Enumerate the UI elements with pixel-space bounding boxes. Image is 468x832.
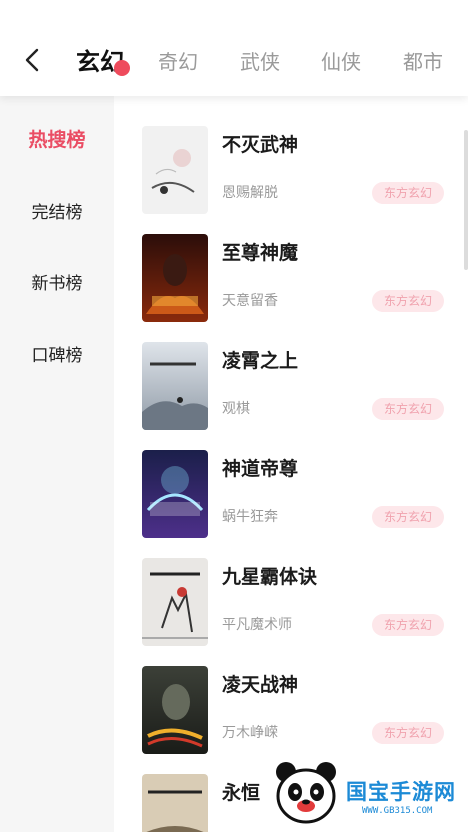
tab-xianxia[interactable]: 仙侠 [321,44,361,80]
book-cover-image [142,774,208,832]
tab-dushi[interactable]: 都市 [403,44,443,80]
book-row[interactable]: 凌霄之上 观棋 东方玄幻 [114,342,468,438]
book-title: 至尊神魔 [222,242,299,264]
sidebar-item-hot-search[interactable]: 热搜榜 [0,120,114,160]
back-button[interactable] [18,44,48,76]
sidebar-item-completed[interactable]: 完结榜 [0,193,114,233]
book-author: 蜗牛狂奔 [222,509,278,525]
genre-tag: 东方玄幻 [372,290,444,312]
book-title: 凌霄之上 [222,350,299,372]
book-cover-image [142,666,208,754]
book-title: 不灭武神 [222,134,299,156]
book-title: 永恒 [222,782,261,804]
genre-tag: 东方玄幻 [372,182,444,204]
book-cover-image [142,450,208,538]
genre-tag: 东方玄幻 [372,722,444,744]
genre-tag: 东方玄幻 [372,398,444,420]
book-row[interactable]: 凌天战神 万木峥嵘 东方玄幻 [114,666,468,762]
book-title: 凌天战神 [222,674,299,696]
tab-qihuan[interactable]: 奇幻 [158,44,198,80]
watermark-url: WWW.GB315.COM [362,806,433,816]
book-author: 平凡魔术师 [222,617,292,633]
book-cover-image [142,558,208,646]
genre-tag: 东方玄幻 [372,614,444,636]
genre-tag: 东方玄幻 [372,506,444,528]
chevron-left-icon [25,48,39,72]
book-cover-image [142,342,208,430]
book-author: 观棋 [222,401,250,417]
tab-wuxia[interactable]: 武侠 [240,44,280,80]
book-author: 万木峥嵘 [222,725,278,741]
top-nav-bar: 玄幻 奇幻 武侠 仙侠 都市 [0,0,468,96]
book-author: 恩赐解脱 [222,185,278,201]
book-row[interactable]: 九星霸体诀 平凡魔术师 东方玄幻 [114,558,468,654]
book-row[interactable]: 至尊神魔 天意留香 东方玄幻 [114,234,468,330]
book-row[interactable]: 神道帝尊 蜗牛狂奔 东方玄幻 [114,450,468,546]
book-list: 不灭武神 恩赐解脱 东方玄幻 至尊神魔 天意留香 东方玄幻 凌霄之上 观棋 东方… [114,96,468,832]
book-cover-image [142,234,208,322]
book-row[interactable]: 不灭武神 恩赐解脱 东方玄幻 [114,126,468,222]
book-title: 九星霸体诀 [222,566,318,588]
ranking-sidebar: 热搜榜 完结榜 新书榜 口碑榜 [0,96,114,832]
scrollbar[interactable] [464,130,468,270]
category-tabs: 玄幻 奇幻 武侠 仙侠 都市 [76,44,468,80]
sidebar-item-new-books[interactable]: 新书榜 [0,264,114,304]
book-cover-image [142,126,208,214]
panda-logo-icon [276,762,336,824]
site-watermark: 国宝手游网 WWW.GB315.COM [266,752,468,832]
book-title: 神道帝尊 [222,458,299,480]
active-indicator-dot [114,60,130,76]
watermark-site-name: 国宝手游网 [346,780,456,804]
book-author: 天意留香 [222,293,278,309]
sidebar-item-reputation[interactable]: 口碑榜 [0,336,114,376]
